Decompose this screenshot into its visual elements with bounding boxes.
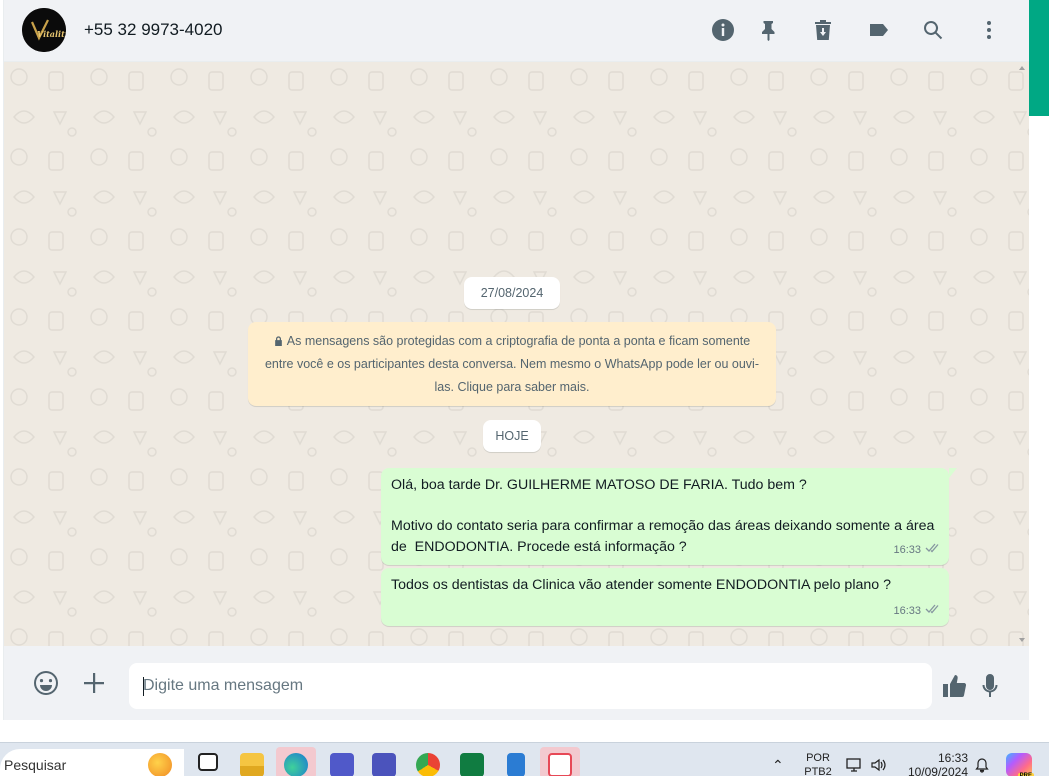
double-check-icon [925,540,941,561]
contact-name[interactable]: +55 32 9973-4020 [84,20,223,40]
svg-text:Vitality: Vitality [37,29,66,39]
keyboard-layout: PTB2 [804,766,832,776]
microphone-icon[interactable] [976,672,1004,700]
message-text: Todos os dentistas da Clinica vão atende… [391,577,891,593]
conversation-header[interactable]: Vitality +55 32 9973-4020 [4,0,1029,62]
outgoing-message[interactable]: Olá, boa tarde Dr. GUILHERME MATOSO DE F… [381,468,957,565]
scrollbar-thumb[interactable] [1029,0,1049,116]
snipping-tool-icon [548,753,572,776]
message-composer [4,646,1029,720]
scroll-down-arrow-icon[interactable] [1019,638,1025,642]
teams-button[interactable] [322,747,362,776]
teams-classic-button[interactable] [364,747,404,776]
lock-icon [274,336,282,346]
chat-scrollbar[interactable] [1015,62,1029,646]
file-explorer-button[interactable] [232,747,272,776]
copilot-icon[interactable]: PRE [1006,753,1034,776]
double-check-icon [925,601,941,622]
clock-date: 10/09/2024 [907,765,968,776]
vitality-logo-icon: Vitality [22,8,66,52]
excel-icon [460,753,484,776]
widgets-button[interactable] [140,747,180,776]
teams-classic-icon [372,753,396,776]
language-code: POR [806,752,830,764]
scroll-up-arrow-icon[interactable] [1019,66,1025,70]
snipping-tool-button[interactable] [540,747,580,776]
encryption-notice-text: As mensagens são protegidas com a cripto… [264,334,759,394]
message-time: 16:33 [893,604,921,617]
message-text: Olá, boa tarde Dr. GUILHERME MATOSO DE F… [391,477,935,555]
volume-icon[interactable] [870,757,888,773]
outgoing-message[interactable]: Todos os dentistas da Clinica vão atende… [381,568,949,626]
notification-bell-icon[interactable] [974,757,990,773]
system-clock[interactable]: 16:33 10/09/2024 [896,751,968,776]
task-view-icon [198,753,218,771]
taskbar-search-text: Pesquisar [4,757,67,773]
window-gap [0,720,1049,742]
message-time: 16:33 [893,543,921,556]
edge-icon [284,753,308,776]
teams-icon [330,753,354,776]
flower-icon [148,753,172,776]
pin-icon[interactable] [756,17,782,43]
notepad-button[interactable] [496,747,536,776]
clock-time: 16:33 [937,751,968,765]
more-vertical-icon[interactable] [976,17,1002,43]
edge-button[interactable] [276,747,316,776]
notepad-icon [507,753,525,776]
contact-avatar[interactable]: Vitality [22,8,66,52]
network-icon[interactable] [846,757,864,773]
folder-icon [240,753,264,776]
search-icon[interactable] [920,17,946,43]
tray-overflow-chevron-icon[interactable]: ⌃ [772,757,784,774]
trash-icon[interactable] [810,17,836,43]
message-meta: 16:33 [893,540,941,561]
info-icon[interactable] [710,17,736,43]
plus-icon[interactable] [80,669,108,697]
label-icon[interactable] [866,17,892,43]
task-view-button[interactable] [188,747,228,776]
chrome-button[interactable] [408,747,448,776]
windows-taskbar: Pesquisar ⌃ POR PTB2 16:33 10/09/2024 PR… [0,742,1049,776]
chrome-icon [416,753,440,776]
encryption-notice[interactable]: As mensagens são protegidas com a cripto… [248,322,776,406]
excel-button[interactable] [452,747,492,776]
message-meta: 16:33 [893,601,941,622]
input-language-indicator[interactable]: POR PTB2 [800,751,836,776]
sidebar-scrollbar[interactable] [1029,0,1049,720]
whatsapp-window: Vitality +55 32 9973-4020 [0,0,1049,776]
text-cursor [143,677,144,696]
message-pane[interactable]: 27/08/2024 As mensagens são protegidas c… [4,62,1029,646]
emoji-icon[interactable] [32,669,60,697]
message-input[interactable] [129,663,932,709]
thumbs-up-icon[interactable] [940,672,968,700]
date-separator-today: HOJE [483,420,541,452]
date-separator: 27/08/2024 [464,277,560,309]
